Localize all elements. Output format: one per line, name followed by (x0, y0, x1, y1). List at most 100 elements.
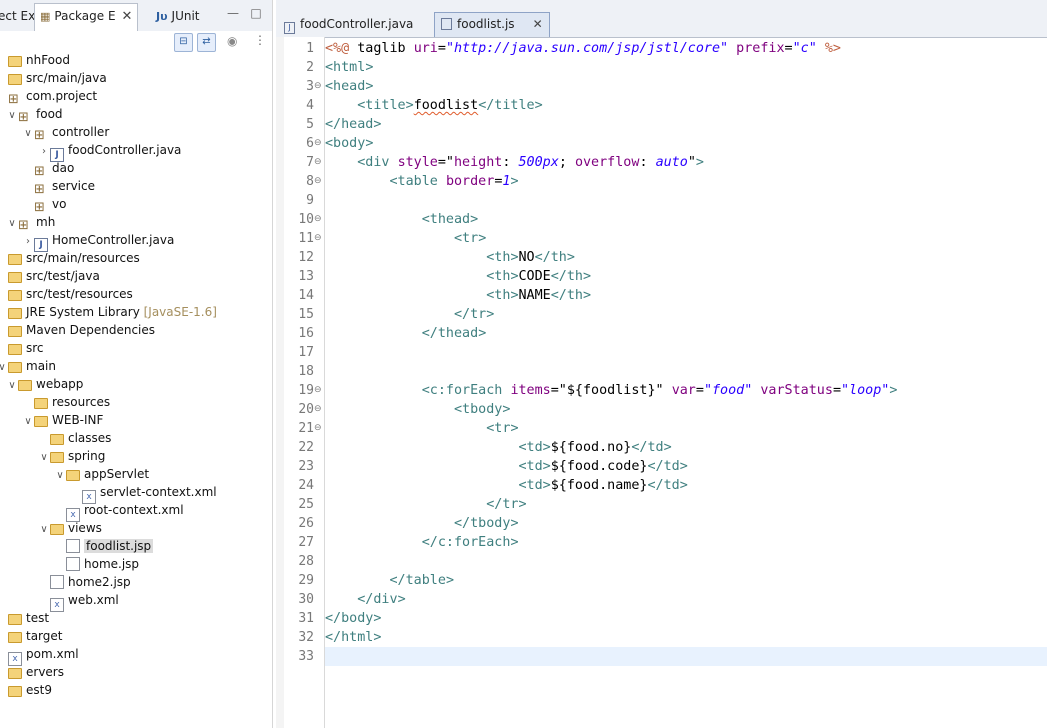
code-line[interactable]: </thead> (325, 324, 487, 343)
tree-item[interactable]: x web.xml (38, 591, 119, 612)
collapse-all-icon[interactable]: ⊟ (174, 33, 193, 52)
tree-item[interactable]: home.jsp (54, 555, 139, 573)
code-line[interactable]: </html> (325, 628, 381, 647)
tree-item[interactable]: ⊞ vo (22, 195, 67, 214)
link-with-editor-icon[interactable]: ⇄ (197, 33, 216, 52)
fold-toggle-icon[interactable]: ⊖ (314, 381, 322, 400)
tab-foodcontroller-java[interactable]: JfoodController.java (278, 13, 428, 36)
code-line[interactable]: <body> (325, 134, 373, 153)
tree-item[interactable]: JRE System Library [JavaSE-1.6] (0, 303, 217, 321)
code-line[interactable]: <head> (325, 77, 373, 96)
code-line[interactable]: <tbody> (325, 400, 510, 419)
tab-project-explorer[interactable]: ect Ex (0, 4, 35, 28)
tree-item[interactable]: ∨ views (38, 519, 102, 537)
fold-toggle-icon[interactable]: ⊖ (314, 134, 322, 153)
tree-item[interactable]: resources (22, 393, 110, 411)
fold-toggle-icon[interactable]: ⊖ (314, 153, 322, 172)
code-line[interactable]: <th>NO</th> (325, 248, 575, 267)
close-icon[interactable]: ✕ (122, 9, 133, 24)
code-line[interactable]: </tr> (325, 495, 526, 514)
tree-item[interactable]: classes (38, 429, 111, 447)
folder-icon (8, 614, 22, 625)
tree-item[interactable]: › JfoodController.java (38, 141, 181, 162)
tree-item[interactable]: est9 (0, 681, 52, 699)
tab-package-explorer-label: Package E (54, 9, 116, 23)
fold-toggle-icon[interactable]: ⊖ (314, 172, 322, 191)
tree-item[interactable]: foodlist.jsp (54, 537, 154, 555)
tree-item[interactable]: nhFood (0, 51, 70, 69)
expand-icon[interactable]: ∨ (22, 125, 34, 143)
tree-item[interactable]: ∨ appServlet (54, 465, 149, 483)
code-line[interactable]: </tbody> (325, 514, 519, 533)
tree-item[interactable]: src (0, 339, 44, 357)
view-menu-icon[interactable]: ⋮ (254, 33, 266, 47)
code-line[interactable]: <th>CODE</th> (325, 267, 591, 286)
code-line[interactable]: <%@ taglib uri="http://java.sun.com/jsp/… (325, 39, 841, 58)
tree-item[interactable]: x pom.xml (0, 645, 79, 666)
line-number: 22 (298, 440, 314, 455)
tab-package-explorer[interactable]: ▦ Package E ✕ (34, 3, 139, 31)
code-line[interactable]: </table> (325, 571, 455, 590)
line-number: 29 (298, 573, 314, 588)
tree-item-label: mh (36, 215, 56, 229)
tree-item[interactable]: ∨main (0, 357, 56, 375)
tree-item[interactable]: home2.jsp (38, 573, 131, 591)
tree-item[interactable]: src/test/java (0, 267, 100, 285)
code-line[interactable]: <tr> (325, 229, 486, 248)
tree-item[interactable]: x servlet-context.xml (70, 483, 217, 504)
code-line[interactable]: </c:forEach> (325, 533, 519, 552)
expand-icon[interactable]: ∨ (38, 521, 50, 539)
tree-item[interactable]: › J HomeController.java (22, 231, 174, 252)
code-line[interactable]: <tr> (325, 419, 518, 438)
fold-toggle-icon[interactable]: ⊖ (314, 419, 322, 438)
tree-item[interactable]: Maven Dependencies (0, 321, 155, 339)
close-icon[interactable]: ✕ (533, 17, 543, 31)
expand-icon[interactable]: ∨ (6, 107, 18, 125)
code-line[interactable]: <thead> (325, 210, 478, 229)
code-line[interactable]: <td>${food.name}</td> (325, 476, 687, 495)
tree-item[interactable]: ⊞ service (22, 177, 95, 196)
tree-item[interactable]: src/main/resources (0, 249, 140, 267)
tree-item[interactable]: ervers (0, 663, 64, 681)
maximize-icon[interactable]: □ (249, 6, 263, 20)
fold-toggle-icon[interactable]: ⊖ (314, 229, 322, 248)
tree-item[interactable]: src/main/java (0, 69, 107, 87)
expand-icon[interactable]: ∨ (22, 413, 34, 431)
code-line[interactable]: <title>foodlist</title> (325, 96, 542, 115)
expand-icon[interactable]: ∨ (6, 377, 18, 395)
code-line[interactable]: <th>NAME</th> (325, 286, 591, 305)
tree-item[interactable]: test (0, 609, 49, 627)
code-line[interactable]: </tr> (325, 305, 494, 324)
code-line[interactable]: </div> (325, 590, 405, 609)
tree-item[interactable]: ∨ webapp (6, 375, 83, 393)
code-line[interactable]: </body> (325, 609, 381, 628)
tree-item-label: vo (52, 197, 67, 211)
tree-item[interactable]: ∨ ⊞ food (6, 105, 62, 125)
tree-item[interactable]: target (0, 627, 63, 645)
code-line[interactable]: <table border=1> (325, 172, 519, 191)
tree-item[interactable]: ∨ ⊞ mh (6, 213, 56, 233)
code-line[interactable]: <html> (325, 58, 373, 77)
code-line[interactable]: <td>${food.code}</td> (325, 457, 687, 476)
fold-toggle-icon[interactable]: ⊖ (314, 77, 322, 96)
filter-icon[interactable]: ◉ (227, 34, 237, 48)
expand-icon[interactable]: ∨ (54, 467, 66, 485)
expand-icon[interactable]: ∨ (38, 449, 50, 467)
expand-icon[interactable]: ∨ (6, 215, 18, 233)
tree-item[interactable]: ⊞ com.project (0, 87, 97, 106)
tree-item[interactable]: ∨ WEB-INF (22, 411, 103, 429)
minimize-icon[interactable]: — (226, 6, 240, 20)
code-line[interactable]: <c:forEach items="${foodlist}" var="food… (325, 381, 898, 400)
code-line[interactable]: <td>${food.no}</td> (325, 438, 671, 457)
tab-junit[interactable]: Jυ JUnit (156, 4, 200, 28)
fold-toggle-icon[interactable]: ⊖ (314, 400, 322, 419)
code-line[interactable]: <div style="height: 500px; overflow: aut… (325, 153, 704, 172)
tab-foodlist-jsp[interactable]: foodlist.js ✕ (434, 12, 550, 37)
tree-item[interactable]: ∨ ⊞ controller (22, 123, 109, 143)
tree-item[interactable]: ⊞ dao (22, 159, 74, 178)
tree-item[interactable]: ∨ spring (38, 447, 105, 465)
tree-item[interactable]: src/test/resources (0, 285, 133, 303)
code-line[interactable]: </head> (325, 115, 381, 134)
fold-toggle-icon[interactable]: ⊖ (314, 210, 322, 229)
tree-item[interactable]: x root-context.xml (54, 501, 184, 522)
